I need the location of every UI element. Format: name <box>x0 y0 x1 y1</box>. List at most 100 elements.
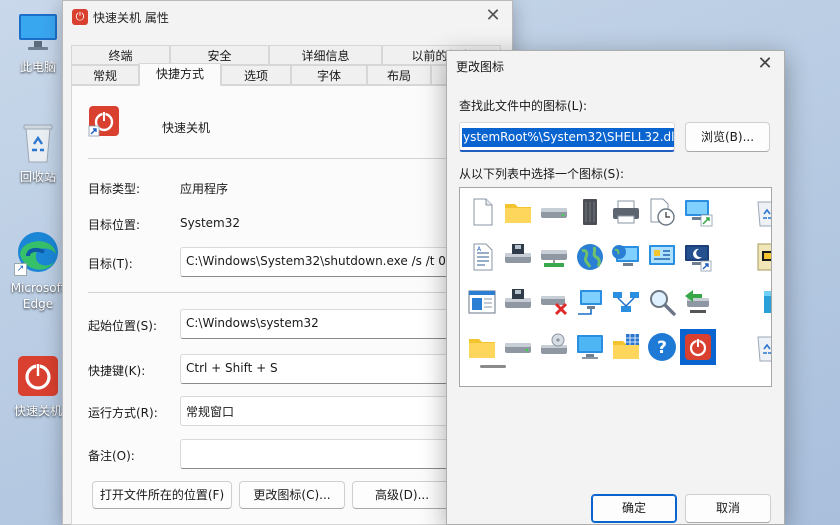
target-label: 目标(T): <box>88 257 133 271</box>
drive-error-icon <box>541 296 568 316</box>
title-bar: ⏻ 快速关机 属性 ✕ <box>63 1 512 33</box>
printer-icon <box>613 200 639 224</box>
tab-options[interactable]: 选项 <box>221 65 291 85</box>
target-type-value: 应用程序 <box>180 182 229 196</box>
icon-option[interactable] <box>574 196 606 228</box>
shortcut-tab-panel: 快速关机 目标类型: 应用程序 目标位置: System32 目标(T): C:… <box>71 85 501 525</box>
icon-option[interactable] <box>646 286 678 318</box>
hotkey-label: 快捷键(K): <box>88 364 146 378</box>
tab-details[interactable]: 详细信息 <box>269 45 382 65</box>
browse-button[interactable]: 浏览(B)... <box>685 122 770 152</box>
shortcut-icon <box>87 104 121 138</box>
icon-option[interactable] <box>466 286 498 318</box>
icon-option[interactable] <box>682 241 714 273</box>
icon-option[interactable] <box>502 196 534 228</box>
svg-text:?: ? <box>657 338 667 358</box>
help-icon: ? <box>648 333 676 361</box>
close-icon: ✕ <box>485 5 501 26</box>
icon-list[interactable]: A? <box>459 187 772 387</box>
clock-document-icon <box>650 198 675 226</box>
power-icon: ⏻ <box>72 9 88 25</box>
sleep-monitor-icon <box>685 245 712 272</box>
target-location-label: 目标位置: <box>88 218 141 232</box>
icon-option[interactable] <box>680 329 716 365</box>
tab-layout[interactable]: 布局 <box>367 65 431 85</box>
target-type-label: 目标类型: <box>88 182 141 196</box>
icon-file-path-input[interactable]: ystemRoot%\System32\SHELL32.dll <box>459 122 675 152</box>
icon-option[interactable] <box>538 331 570 363</box>
icon-option[interactable] <box>750 331 771 363</box>
icon-option[interactable] <box>538 241 570 273</box>
icon-option[interactable] <box>610 196 642 228</box>
advanced-button[interactable]: 高级(D)... <box>352 481 452 509</box>
tab-general[interactable]: 常规 <box>71 65 139 85</box>
icon-option[interactable] <box>502 331 534 363</box>
globe-icon <box>577 244 603 270</box>
power-icon <box>88 106 119 137</box>
tab-terminal[interactable]: 终端 <box>71 45 170 65</box>
horizontal-scrollbar[interactable] <box>480 365 506 368</box>
close-icon: ✕ <box>757 53 773 74</box>
icon-option[interactable] <box>750 241 771 273</box>
cancel-button[interactable]: 取消 <box>685 494 771 523</box>
computer-icon <box>14 8 62 56</box>
monitor-icon <box>577 335 603 359</box>
select-icon-label: 从以下列表中选择一个图标(S): <box>459 167 625 181</box>
folder-icon <box>469 339 495 358</box>
dialog-title: 更改图标 <box>456 60 505 74</box>
icon-option[interactable] <box>538 196 570 228</box>
icon-option[interactable] <box>610 286 642 318</box>
icon-option[interactable] <box>610 331 642 363</box>
recycle-bin-icon <box>14 118 62 166</box>
start-in-label: 起始位置(S): <box>88 319 158 333</box>
floppy-drive-icon <box>505 289 531 308</box>
window-title: 快速关机 属性 <box>93 11 169 25</box>
network-drive-icon <box>541 250 567 267</box>
pdf-file-partial-icon <box>757 243 771 271</box>
comment-label: 备注(O): <box>88 449 135 463</box>
network-drive-arrow-icon <box>685 290 709 313</box>
change-icon-button[interactable]: 更改图标(C)... <box>239 481 345 509</box>
folder-icon <box>505 204 531 223</box>
icon-option[interactable] <box>574 241 606 273</box>
text-document-icon: A <box>473 243 493 271</box>
ok-button[interactable]: 确定 <box>591 494 677 523</box>
dialog-close-button[interactable]: ✕ <box>754 54 776 76</box>
run-label: 运行方式(R): <box>88 406 158 420</box>
icon-option[interactable]: ? <box>646 331 678 363</box>
icon-option[interactable] <box>502 286 534 318</box>
open-file-location-button[interactable]: 打开文件所在的位置(F) <box>92 481 232 509</box>
icon-option[interactable] <box>646 241 678 273</box>
find-icons-label: 查找此文件中的图标(L): <box>459 99 588 113</box>
tab-font[interactable]: 字体 <box>291 65 367 85</box>
icon-option[interactable] <box>574 331 606 363</box>
edge-icon: ↗ <box>14 228 62 276</box>
icon-option[interactable] <box>646 196 678 228</box>
icon-option[interactable]: A <box>466 241 498 273</box>
shortcut-arrow-icon: ↗ <box>14 263 27 276</box>
tab-security[interactable]: 安全 <box>170 45 269 65</box>
icon-option[interactable] <box>682 196 714 228</box>
icon-option[interactable] <box>466 331 498 363</box>
icon-option[interactable] <box>502 241 534 273</box>
icon-option[interactable] <box>574 286 606 318</box>
computer-network-icon <box>578 290 602 315</box>
icon-option[interactable] <box>610 241 642 273</box>
folder-grid-icon <box>613 334 639 359</box>
shortcut-name: 快速关机 <box>162 121 211 135</box>
window-app-icon <box>468 290 496 314</box>
tab-shortcut[interactable]: 快捷方式 <box>139 63 221 86</box>
close-button[interactable]: ✕ <box>482 6 504 28</box>
power-icon <box>14 352 62 400</box>
icon-option[interactable] <box>750 286 771 318</box>
recycle-bin-partial-icon <box>757 201 771 227</box>
path-selected-text: ystemRoot%\System32\SHELL32.dll <box>462 128 674 147</box>
network-nodes-icon <box>613 292 639 312</box>
cd-drive-icon <box>541 333 567 354</box>
run-select-value: 常规窗口 <box>186 405 235 419</box>
icon-option[interactable] <box>538 286 570 318</box>
icon-option[interactable] <box>682 286 714 318</box>
icon-option[interactable] <box>466 196 498 228</box>
icon-option[interactable] <box>750 196 771 228</box>
drive-icon <box>541 208 567 218</box>
